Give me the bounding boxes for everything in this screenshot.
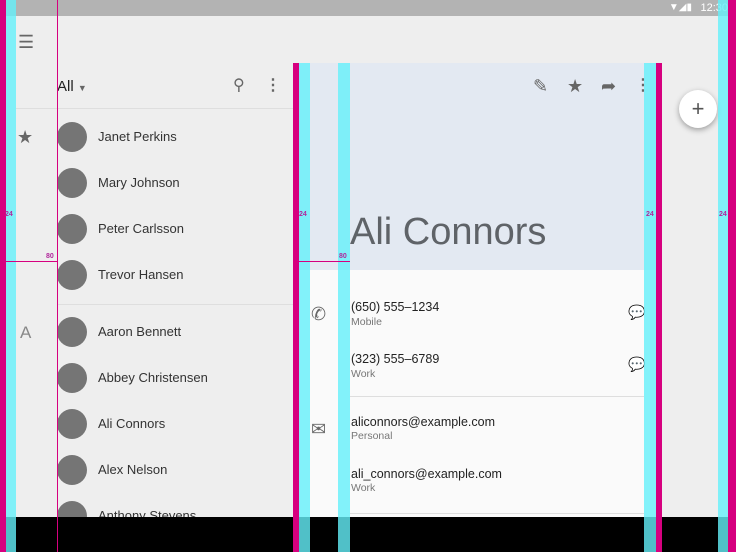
keyline-margin xyxy=(299,63,310,552)
email-icon: ✉ xyxy=(311,419,327,439)
message-icon[interactable]: 💬 xyxy=(628,357,645,371)
avatar xyxy=(57,409,87,439)
contact-name: Ali Connors xyxy=(350,211,547,253)
email-type: Personal xyxy=(351,430,393,442)
keyline-label: 24 xyxy=(299,211,307,218)
star-icon: ★ xyxy=(17,127,34,147)
keyline-margin xyxy=(644,63,656,552)
phone-type: Mobile xyxy=(351,316,382,328)
email-type: Work xyxy=(351,482,376,494)
search-icon[interactable]: ⚲ xyxy=(233,78,245,94)
filter-label: All xyxy=(57,78,74,95)
keyline-margin xyxy=(656,63,662,552)
avatar xyxy=(57,317,87,347)
contact-name: Janet Perkins xyxy=(98,129,177,144)
keyline-label: 80 xyxy=(46,253,54,260)
navigation-bar xyxy=(0,517,736,552)
keyline-label: 24 xyxy=(646,211,654,218)
filter-dropdown[interactable]: All ▼ xyxy=(57,78,87,95)
contact-name: Trevor Hansen xyxy=(98,267,184,282)
star-icon[interactable]: ★ xyxy=(567,77,583,95)
contact-name: Abbey Christensen xyxy=(98,370,208,385)
contact-name: Aaron Bennett xyxy=(98,324,182,339)
avatar xyxy=(57,168,87,198)
keyline-measure xyxy=(299,261,350,262)
keyline-label: 24 xyxy=(719,211,727,218)
keyline-measure xyxy=(6,261,57,262)
wifi-signal-battery-icons: ▼◢▮ xyxy=(668,2,692,13)
avatar xyxy=(57,363,87,393)
section-letter: A xyxy=(20,323,32,342)
keyline-margin xyxy=(728,0,736,552)
phone-type: Work xyxy=(351,368,376,380)
chevron-down-icon: ▼ xyxy=(77,83,87,93)
keyline-label: 80 xyxy=(339,253,347,260)
avatar xyxy=(57,122,87,152)
email-value[interactable]: aliconnors@example.com xyxy=(351,415,495,429)
keyline-margin xyxy=(718,0,728,552)
divider xyxy=(57,304,293,305)
keyline-content xyxy=(57,0,58,552)
menu-icon[interactable]: ☰ xyxy=(18,33,34,51)
divider xyxy=(350,513,644,514)
keyline-content xyxy=(338,63,350,552)
contact-name: Peter Carlsson xyxy=(98,221,184,236)
divider xyxy=(350,396,644,397)
phone-value[interactable]: (650) 555–1234 xyxy=(351,300,439,314)
keyline-label: 24 xyxy=(5,211,13,218)
email-value[interactable]: ali_connors@example.com xyxy=(351,467,502,481)
status-bar: ▼◢▮ 12:30 xyxy=(0,0,736,16)
phone-value[interactable]: (323) 555–6789 xyxy=(351,352,439,366)
avatar xyxy=(57,214,87,244)
add-contact-fab[interactable]: + xyxy=(679,90,717,128)
phone-icon: ✆ xyxy=(311,304,327,324)
contact-name: Alex Nelson xyxy=(98,462,168,477)
message-icon[interactable]: 💬 xyxy=(628,305,645,319)
contact-name: Ali Connors xyxy=(98,416,166,431)
edit-icon[interactable]: ✎ xyxy=(533,77,548,95)
share-icon[interactable]: ➦ xyxy=(601,77,616,95)
contact-name: Mary Johnson xyxy=(98,175,180,190)
avatar xyxy=(57,260,87,290)
more-vert-icon[interactable]: ⋮ xyxy=(265,78,281,94)
avatar xyxy=(57,455,87,485)
keyline-margin xyxy=(6,0,16,552)
